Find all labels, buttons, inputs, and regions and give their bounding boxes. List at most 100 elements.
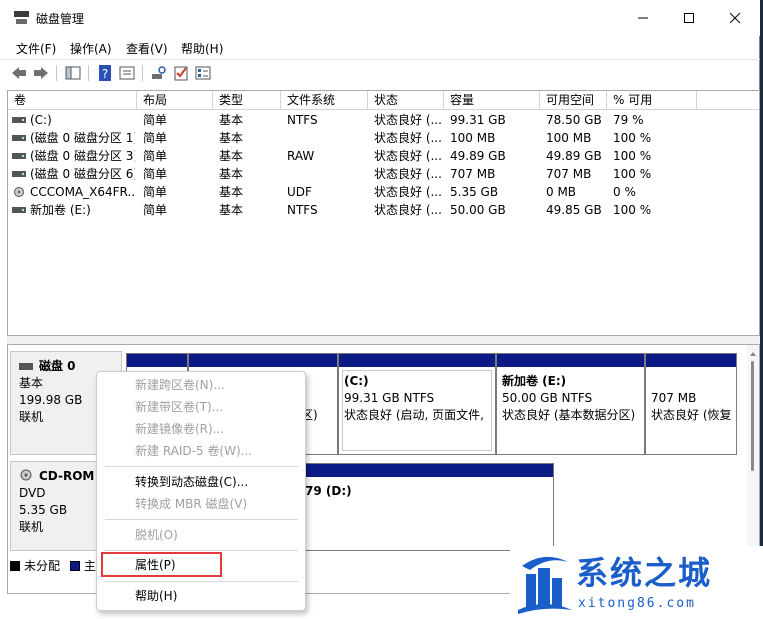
table-cell-vol[interactable]: (磁盘 0 磁盘分区 1) (30, 129, 135, 147)
table-cell-layout[interactable]: 简单 (143, 129, 213, 147)
table-cell-type[interactable]: 基本 (219, 165, 281, 183)
menu-convert-to-dynamic-disk[interactable]: 转换到动态磁盘(C)... (135, 473, 248, 491)
column-header-volume[interactable]: 卷 (8, 91, 137, 110)
table-cell-layout[interactable]: 简单 (143, 183, 213, 201)
menu-file[interactable]: 文件(F) (16, 40, 56, 57)
watermark-url: xitong86.com (578, 596, 696, 611)
table-cell-type[interactable]: 基本 (219, 201, 281, 219)
table-cell-vol[interactable]: (磁盘 0 磁盘分区 3) (30, 147, 135, 165)
context-menu: 新建跨区卷(N)... 新建带区卷(T)... 新建镜像卷(R)... 新建 R… (96, 371, 306, 611)
cdrom-state: 联机 (19, 520, 44, 534)
table-cell-free[interactable]: 707 MB (546, 165, 608, 183)
table-cell-free[interactable]: 49.89 GB (546, 147, 608, 165)
volume-icon (12, 153, 26, 159)
table-cell-status[interactable]: 状态良好 (... (374, 147, 444, 165)
table-cell-layout[interactable]: 简单 (143, 147, 213, 165)
column-header-status[interactable]: 状态 (368, 91, 444, 110)
column-header-percent-free[interactable]: % 可用 (607, 91, 697, 110)
table-cell-capacity[interactable]: 99.31 GB (450, 111, 540, 129)
partition-recovery-status: 状态良好 (恢复 (651, 408, 732, 422)
table-cell-status[interactable]: 状态良好 (... (374, 165, 444, 183)
table-cell-type[interactable]: 基本 (219, 147, 281, 165)
column-header-free-space[interactable]: 可用空间 (540, 91, 607, 110)
table-cell-pct[interactable]: 100 % (613, 201, 693, 219)
table-cell-fs[interactable]: NTFS (287, 111, 367, 129)
properties-pane-icon[interactable] (118, 64, 136, 82)
table-cell-pct[interactable]: 79 % (613, 111, 693, 129)
table-cell-vol[interactable]: CCCOMA_X64FR... (30, 183, 135, 201)
table-cell-capacity[interactable]: 100 MB (450, 129, 540, 147)
close-icon (729, 12, 741, 24)
column-header-capacity[interactable]: 容量 (444, 91, 540, 110)
menu-convert-to-mbr-disk: 转换成 MBR 磁盘(V) (135, 497, 248, 511)
table-cell-capacity[interactable]: 5.35 GB (450, 183, 540, 201)
maximize-icon (684, 13, 694, 23)
disk-icon (19, 363, 33, 370)
table-cell-layout[interactable]: 简单 (143, 165, 213, 183)
table-cell-fs[interactable] (287, 129, 367, 147)
column-header-layout[interactable]: 布局 (137, 91, 213, 110)
toolbar: ? (0, 59, 760, 85)
table-cell-status[interactable]: 状态良好 (... (374, 111, 444, 129)
table-cell-pct[interactable]: 100 % (613, 129, 693, 147)
partition-c-size: 99.31 GB NTFS (344, 391, 435, 405)
minimize-button[interactable] (620, 0, 666, 36)
table-cell-capacity[interactable]: 49.89 GB (450, 147, 540, 165)
table-cell-type[interactable]: 基本 (219, 129, 281, 147)
toolbar-separator (88, 65, 89, 81)
menu-help[interactable]: 帮助(H) (135, 587, 177, 605)
table-cell-fs[interactable] (287, 165, 367, 183)
table-cell-pct[interactable]: 100 % (613, 147, 693, 165)
menu-action[interactable]: 操作(A) (70, 40, 112, 57)
column-header-type[interactable]: 类型 (213, 91, 281, 110)
column-header-filesystem[interactable]: 文件系统 (281, 91, 368, 110)
menu-offline: 脱机(O) (135, 528, 178, 542)
partition-c[interactable]: (C:) 99.31 GB NTFS 状态良好 (启动, 页面文件, (338, 353, 496, 455)
table-cell-capacity[interactable]: 707 MB (450, 165, 540, 183)
show-hide-console-tree-icon[interactable] (64, 64, 82, 82)
volume-icon (12, 117, 26, 123)
list-view-icon[interactable] (194, 64, 212, 82)
menu-view[interactable]: 查看(V) (126, 40, 168, 57)
table-cell-free[interactable]: 49.85 GB (546, 201, 608, 219)
menu-separator (105, 550, 298, 551)
title-bar: 磁盘管理 (0, 0, 760, 36)
disk-0-size: 199.98 GB (19, 393, 83, 407)
maximize-button[interactable] (666, 0, 712, 36)
table-cell-status[interactable]: 状态良好 (... (374, 183, 444, 201)
forward-arrow-icon[interactable] (32, 64, 50, 82)
table-cell-fs[interactable]: UDF (287, 183, 367, 201)
partition-e[interactable]: 新加卷 (E:) 50.00 GB NTFS 状态良好 (基本数据分区) (496, 353, 645, 455)
table-cell-free[interactable]: 0 MB (546, 183, 608, 201)
menu-help[interactable]: 帮助(H) (181, 40, 223, 57)
table-cell-capacity[interactable]: 50.00 GB (450, 201, 540, 219)
back-arrow-icon[interactable] (10, 64, 28, 82)
table-cell-vol[interactable]: (磁盘 0 磁盘分区 6) (30, 165, 135, 183)
connect-disk-icon[interactable] (150, 64, 168, 82)
partition-recovery[interactable]: 707 MB 状态良好 (恢复 (645, 353, 737, 455)
table-cell-vol[interactable]: 新加卷 (E:) (30, 201, 135, 219)
table-cell-type[interactable]: 基本 (219, 183, 281, 201)
legend-primary-swatch (69, 561, 80, 571)
table-cell-status[interactable]: 状态良好 (... (374, 201, 444, 219)
table-cell-layout[interactable]: 简单 (143, 201, 213, 219)
table-cell-status[interactable]: 状态良好 (... (374, 129, 444, 147)
table-cell-free[interactable]: 78.50 GB (546, 111, 608, 129)
table-cell-free[interactable]: 100 MB (546, 129, 608, 147)
table-cell-pct[interactable]: 0 % (613, 183, 693, 201)
scrollbar-thumb[interactable] (751, 361, 754, 471)
table-cell-type[interactable]: 基本 (219, 111, 281, 129)
pane-splitter[interactable] (7, 336, 760, 344)
help-icon[interactable]: ? (96, 64, 114, 82)
cdrom-size: 5.35 GB (19, 503, 68, 517)
check-task-icon[interactable] (172, 64, 190, 82)
table-cell-layout[interactable]: 简单 (143, 111, 213, 129)
volume-icon (12, 207, 26, 213)
table-cell-fs[interactable]: NTFS (287, 201, 367, 219)
table-cell-vol[interactable]: (C:) (30, 111, 135, 129)
table-cell-fs[interactable]: RAW (287, 147, 367, 165)
watermark-logo: 系统之城 xitong86.com (510, 546, 763, 619)
volume-list-table: 卷 布局 类型 文件系统 状态 容量 可用空间 % 可用 (C:) 简单 基本 NTF… (7, 90, 760, 336)
close-button[interactable] (712, 0, 758, 36)
table-cell-pct[interactable]: 100 % (613, 165, 693, 183)
